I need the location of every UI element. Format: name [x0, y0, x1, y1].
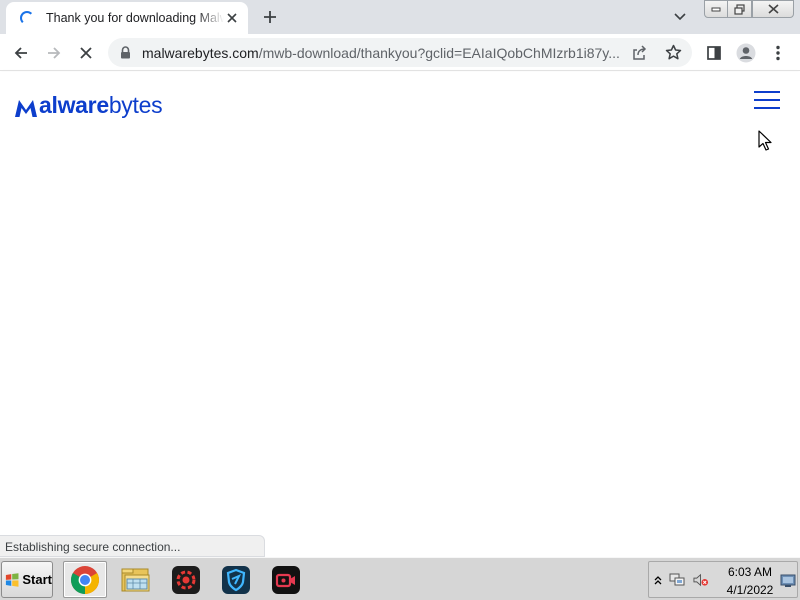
tab-thank-you[interactable]: Thank you for downloading Malwarebytes: [6, 2, 248, 34]
screen: Thank you for downloading Malwarebytes: [0, 0, 800, 600]
logo-wordmark: alwarebytes: [39, 92, 163, 118]
mouse-cursor-icon: [758, 130, 772, 151]
network-icon[interactable]: [669, 572, 685, 588]
tab-title: Thank you for downloading Malwarebytes: [46, 11, 224, 25]
hamburger-line: [754, 107, 780, 109]
close-tab-icon[interactable]: [224, 10, 240, 26]
chrome-taskbar-button[interactable]: [63, 561, 107, 598]
show-hidden-icons-icon[interactable]: [650, 572, 666, 588]
file-explorer-icon: [121, 568, 150, 591]
system-tray: 6:03 AM 4/1/2022: [648, 561, 798, 598]
tab-search-chevron-icon[interactable]: [670, 8, 690, 26]
stop-loading-button[interactable]: [74, 41, 98, 65]
browser-toolbar: malwarebytes.com/mwb-download/thankyou?g…: [0, 34, 800, 71]
close-window-button[interactable]: [752, 0, 794, 18]
lock-icon[interactable]: [118, 45, 132, 60]
show-desktop-icon[interactable]: [780, 573, 796, 589]
forward-button[interactable]: [42, 41, 66, 65]
windows-logo-icon: [5, 572, 19, 587]
minimize-button[interactable]: [704, 0, 728, 18]
malwarebytes-logo[interactable]: alwarebytes: [14, 88, 163, 118]
hamburger-line: [754, 91, 780, 93]
restore-button[interactable]: [727, 0, 752, 18]
start-label: Start: [22, 572, 52, 587]
file-explorer-taskbar-button[interactable]: [114, 561, 158, 598]
bookmark-star-icon[interactable]: [664, 43, 682, 61]
new-tab-button[interactable]: [259, 6, 281, 28]
logo-m-mark: [15, 100, 37, 117]
side-panel-button[interactable]: [702, 41, 726, 65]
logo-regular-part: bytes: [108, 92, 163, 118]
back-button[interactable]: [9, 41, 33, 65]
address-bar[interactable]: malwarebytes.com/mwb-download/thankyou?g…: [108, 38, 692, 67]
site-header: alwarebytes: [0, 72, 800, 131]
page-content: [0, 131, 800, 557]
logo-bold-part: alware: [39, 92, 109, 118]
hamburger-menu-icon[interactable]: [752, 88, 782, 112]
volume-muted-icon[interactable]: [693, 572, 709, 588]
screen-recorder-taskbar-button[interactable]: [264, 561, 308, 598]
clock-time[interactable]: 6:03 AM: [719, 565, 781, 579]
browser-tabstrip: Thank you for downloading Malwarebytes: [0, 0, 800, 34]
profile-button[interactable]: [734, 41, 758, 65]
url-text[interactable]: malwarebytes.com/mwb-download/thankyou?g…: [142, 45, 626, 61]
url-host: malwarebytes.com: [142, 45, 259, 61]
vpn-app-taskbar-button[interactable]: [214, 561, 258, 598]
loading-spinner-icon: [20, 11, 34, 25]
vpn-shield-app-icon: [222, 565, 250, 594]
screen-recorder-app-icon: [272, 565, 300, 594]
url-path: /mwb-download/thankyou?gclid=EAIaIQobChM…: [258, 45, 620, 61]
clock-date[interactable]: 4/1/2022: [719, 583, 781, 597]
more-menu-button[interactable]: [766, 41, 790, 65]
start-button[interactable]: Start: [1, 561, 53, 598]
share-icon[interactable]: [630, 44, 648, 62]
red-gear-app-taskbar-button[interactable]: [164, 561, 208, 598]
chrome-icon: [71, 565, 99, 594]
red-gear-app-icon: [172, 565, 200, 594]
hamburger-line: [754, 99, 780, 101]
loading-status-bubble: Establishing secure connection...: [0, 535, 265, 557]
taskbar: Start 6:03 AM 4/1/2022: [0, 557, 800, 600]
